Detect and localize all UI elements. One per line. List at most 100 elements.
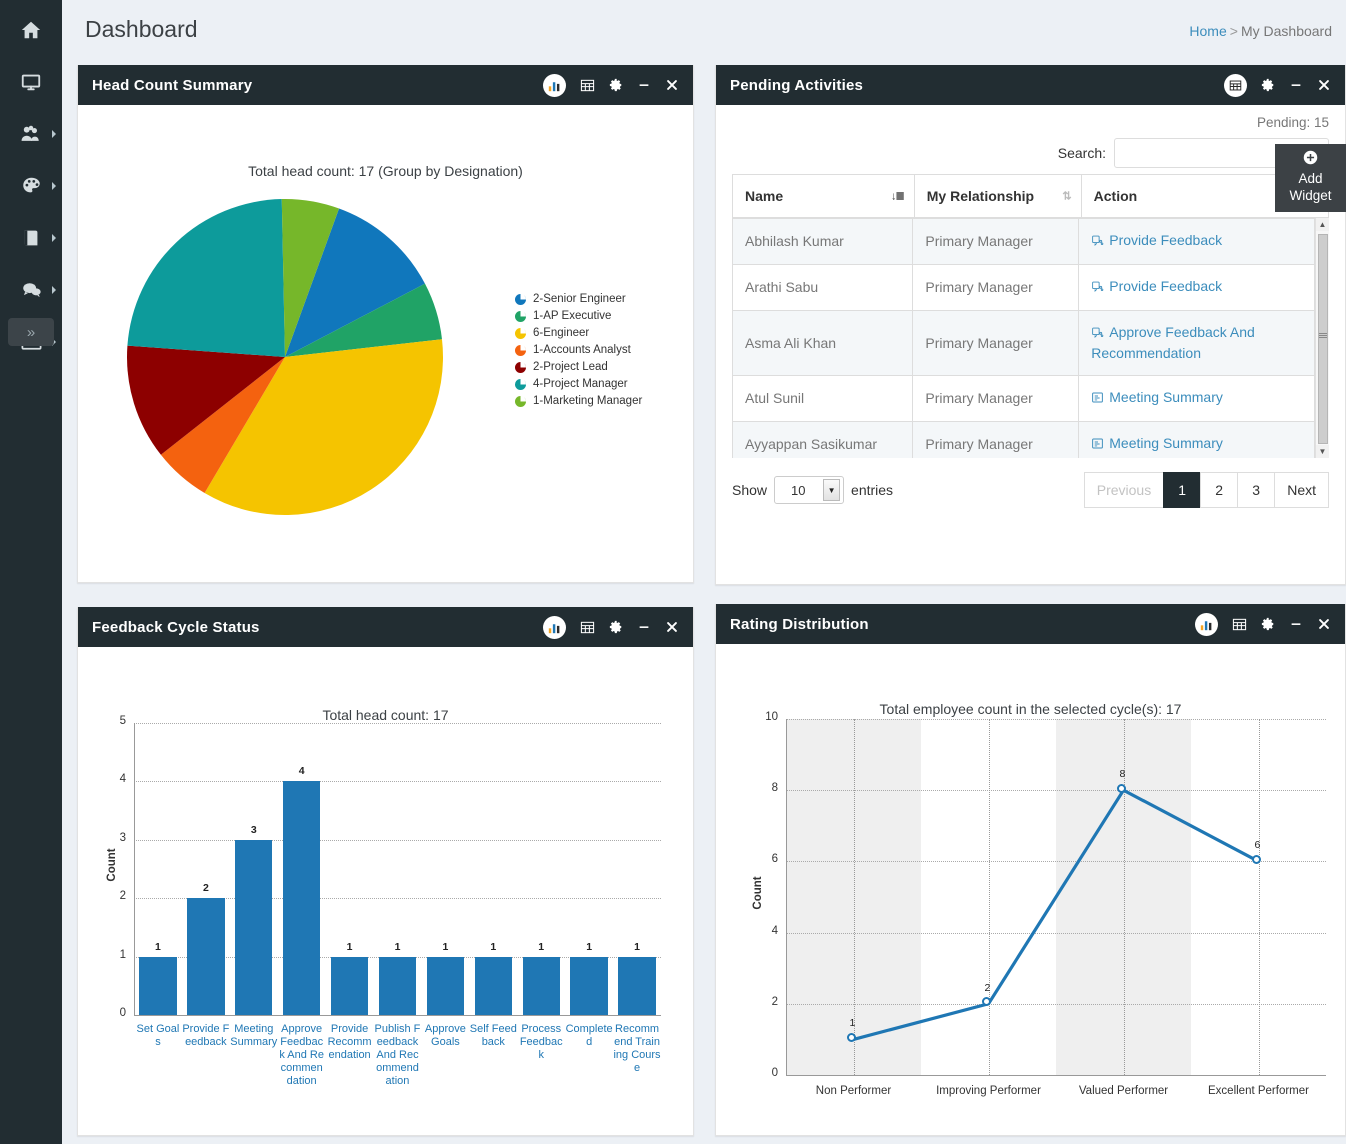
pie-legend-item: 6-Engineer — [515, 325, 642, 342]
y-axis-tick: 5 — [119, 715, 126, 727]
gear-icon[interactable] — [609, 620, 623, 634]
chart-icon[interactable] — [543, 73, 566, 97]
scrollbar-thumb[interactable] — [1318, 234, 1328, 444]
minimize-icon[interactable] — [1289, 617, 1303, 631]
column-header-name[interactable]: Name ↓≣ — [732, 174, 915, 218]
y-axis-tick: 4 — [119, 773, 126, 786]
bar — [618, 956, 656, 1015]
data-point — [847, 1032, 856, 1042]
panel-tools — [1195, 612, 1331, 636]
bar — [426, 956, 465, 1015]
x-axis-category: Improving Performer — [936, 1085, 1041, 1097]
bar — [330, 956, 369, 1015]
legend-swatch — [515, 362, 526, 373]
chart-icon[interactable] — [1195, 612, 1218, 636]
legend-label: 4-Project Manager — [533, 378, 628, 390]
legend-swatch — [515, 311, 526, 322]
action-label: Meeting Summary — [1109, 389, 1223, 405]
panel-title: Feedback Cycle Status — [92, 618, 260, 636]
table-icon[interactable] — [1224, 73, 1247, 97]
breadcrumb-home-link[interactable]: Home — [1189, 23, 1226, 39]
minimize-icon[interactable] — [1289, 78, 1303, 92]
sidebar-item-monitor[interactable] — [0, 60, 62, 104]
sidebar-toggle-label: » — [26, 323, 36, 341]
plus-circle-icon — [1275, 150, 1346, 170]
sidebar-item-home[interactable] — [0, 8, 62, 52]
sidebar-item-users[interactable] — [0, 112, 62, 156]
action-link[interactable]: Provide Feedback — [1091, 232, 1222, 248]
action-link[interactable]: Approve Feedback And Recommendation — [1091, 324, 1255, 361]
cell-relationship: Primary Manager — [912, 375, 1080, 422]
table-row: Ayyappan Sasikumar Primary Manager Meeting… — [732, 421, 1315, 458]
close-icon[interactable] — [1317, 78, 1331, 92]
pie-legend-item: 1-Marketing Manager — [515, 393, 642, 410]
y-axis-tick: 0 — [119, 1007, 126, 1019]
cell-action: Approve Feedback And Recommendation — [1078, 310, 1315, 376]
scroll-down-icon[interactable]: ▼ — [1316, 445, 1329, 458]
gear-icon[interactable] — [1261, 78, 1275, 92]
sidebar-item-book[interactable] — [0, 216, 62, 260]
add-widget-button[interactable]: Add Widget — [1275, 144, 1346, 212]
y-axis-tick: 8 — [771, 782, 778, 795]
panel-title: Rating Distribution — [730, 615, 869, 633]
bar — [139, 956, 177, 1015]
pagination-page-1[interactable]: 1 — [1163, 472, 1202, 508]
chart-icon[interactable] — [543, 615, 566, 639]
pagination-previous[interactable]: Previous — [1083, 472, 1165, 508]
data-point-label: 6 — [1254, 839, 1261, 852]
bar-value-label: 1 — [490, 940, 497, 953]
add-widget-label-2: Widget — [1289, 188, 1332, 203]
table-icon[interactable] — [580, 620, 595, 635]
panel-pending-activities: Pending Activities Pending: 15 Search: N… — [715, 65, 1346, 585]
x-axis-category: Publish Feedback And Recommendation — [374, 1023, 421, 1087]
gear-icon[interactable] — [609, 78, 623, 92]
x-axis-category: Set Goals — [136, 1023, 180, 1048]
line-series — [853, 788, 1260, 1041]
close-icon[interactable] — [665, 620, 679, 634]
x-axis-category: Recommend Training Course — [613, 1023, 661, 1074]
minimize-icon[interactable] — [637, 620, 651, 634]
panel-header: Head Count Summary — [78, 65, 693, 105]
legend-swatch — [515, 328, 526, 339]
minimize-icon[interactable] — [637, 78, 651, 92]
panel-feedback-cycle-status: Feedback Cycle Status Total head count: … — [77, 607, 694, 1136]
x-axis-category: Completed — [565, 1023, 613, 1048]
table-icon[interactable] — [1232, 617, 1247, 632]
sort-neutral-icon[interactable]: ⇅ — [1062, 190, 1071, 203]
action-link[interactable]: Meeting Summary — [1091, 435, 1223, 451]
cell-relationship: Primary Manager — [912, 264, 1080, 311]
column-header-relationship[interactable]: My Relationship ⇅ — [913, 174, 1082, 218]
sidebar-item-chat[interactable] — [0, 268, 62, 312]
chevron-down-icon[interactable]: ▼ — [823, 479, 841, 501]
action-label: Provide Feedback — [1109, 232, 1223, 248]
bar — [378, 956, 417, 1015]
cell-relationship: Primary Manager — [912, 310, 1080, 376]
pagination-next[interactable]: Next — [1274, 472, 1329, 508]
entries-select[interactable]: 10 ▼ — [774, 476, 845, 504]
x-axis-category: Meeting Summary — [230, 1023, 278, 1048]
cell-name: Abhilash Kumar — [732, 218, 914, 265]
pie-svg — [127, 198, 443, 515]
sidebar-item-palette[interactable] — [0, 164, 62, 208]
panel-head-count-summary: Head Count Summary Total head count: 17 … — [77, 65, 694, 583]
gear-icon[interactable] — [1261, 617, 1275, 631]
pagination-page-3[interactable]: 3 — [1237, 472, 1276, 508]
bar-value-label: 3 — [250, 823, 257, 836]
sidebar-collapse-toggle[interactable]: » — [8, 318, 54, 346]
action-label: Provide Feedback — [1109, 278, 1223, 294]
action-link[interactable]: Provide Feedback — [1091, 278, 1222, 294]
pagination-buttons: Previous 1 2 3 Next — [1083, 472, 1329, 508]
legend-label: 2-Senior Engineer — [533, 293, 626, 305]
show-label: Show — [732, 482, 768, 498]
users-icon — [19, 123, 43, 145]
pagination-page-2[interactable]: 2 — [1200, 472, 1239, 508]
action-link[interactable]: Meeting Summary — [1091, 389, 1223, 405]
table-scrollbar[interactable]: ▲ ▼ — [1315, 218, 1329, 458]
close-icon[interactable] — [1317, 617, 1331, 631]
sort-desc-icon[interactable]: ↓≣ — [891, 190, 905, 203]
close-icon[interactable] — [665, 78, 679, 92]
table-icon[interactable] — [580, 78, 595, 93]
scroll-up-icon[interactable]: ▲ — [1316, 218, 1329, 231]
pie-legend-item: 2-Senior Engineer — [515, 291, 642, 308]
column-label: Action — [1093, 188, 1138, 204]
